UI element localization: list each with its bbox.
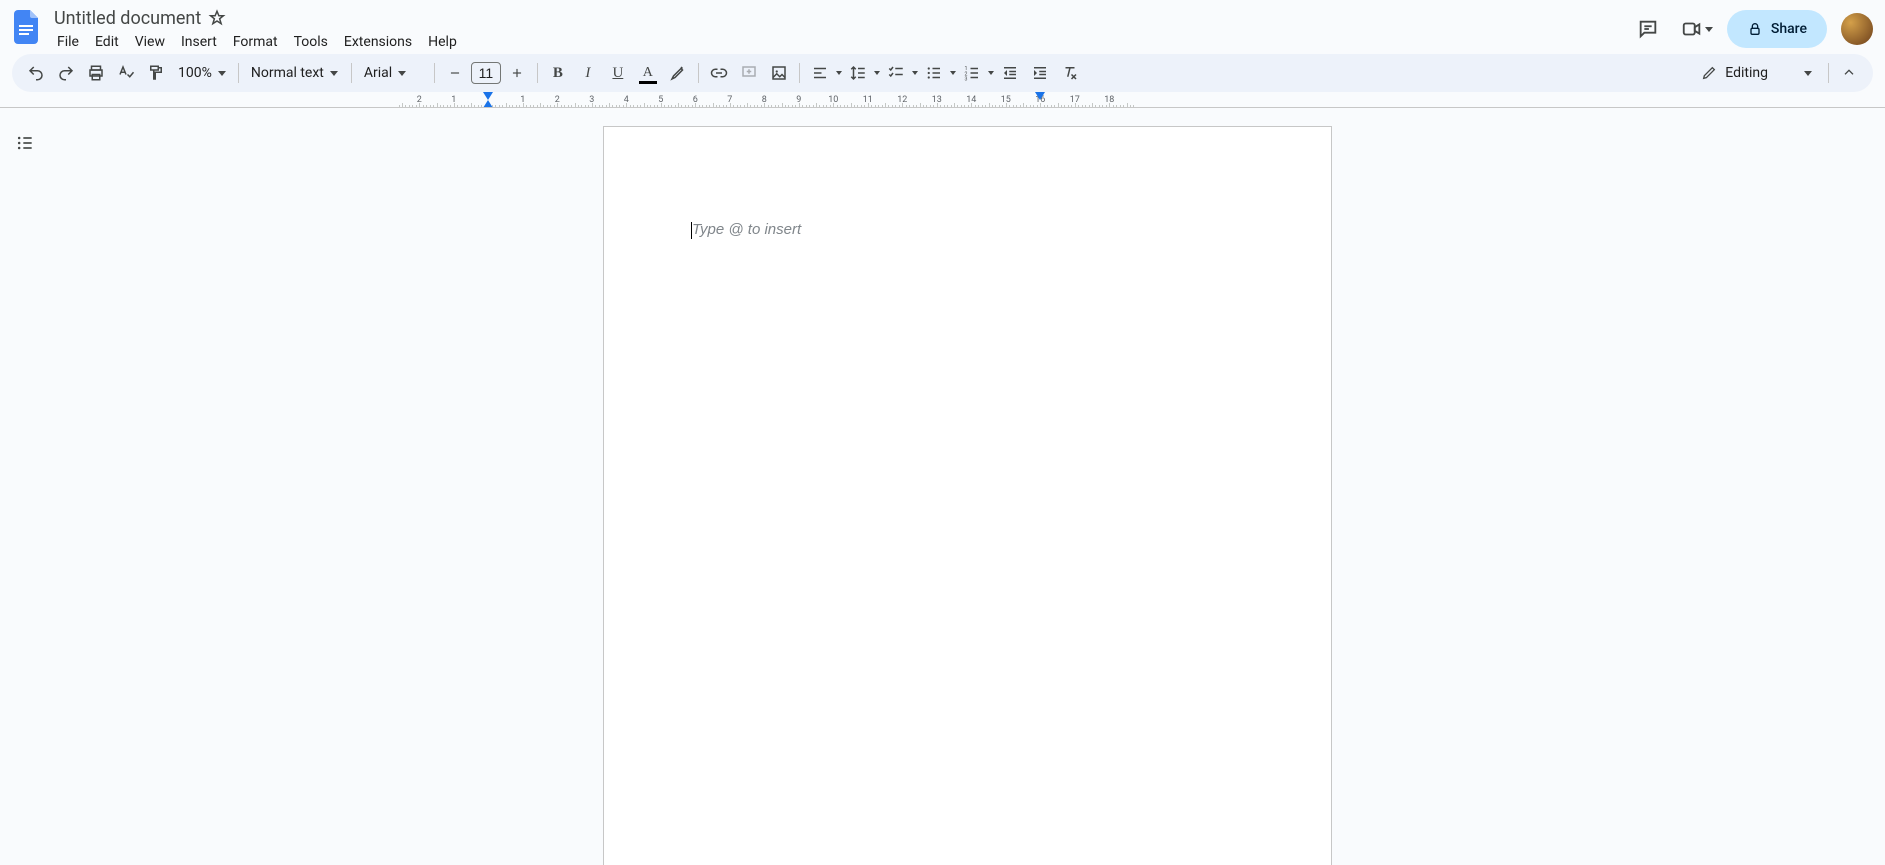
menu-file[interactable]: File bbox=[50, 32, 86, 52]
page[interactable]: Type @ to insert bbox=[603, 126, 1332, 865]
font-family-dropdown[interactable]: Arial bbox=[358, 59, 428, 87]
first-line-indent-marker[interactable] bbox=[483, 92, 493, 100]
menu-view[interactable]: View bbox=[128, 32, 172, 52]
add-comment-button[interactable] bbox=[735, 59, 763, 87]
pencil-icon bbox=[1701, 65, 1717, 81]
text-cursor bbox=[691, 222, 692, 239]
header-right: Share bbox=[1629, 6, 1873, 48]
insert-image-button[interactable] bbox=[765, 59, 793, 87]
decrease-font-button[interactable] bbox=[441, 59, 469, 87]
decrease-indent-button[interactable] bbox=[996, 59, 1024, 87]
collapse-toolbar-button[interactable] bbox=[1835, 59, 1863, 87]
right-indent-marker[interactable] bbox=[1035, 92, 1045, 100]
menu-edit[interactable]: Edit bbox=[88, 32, 126, 52]
meet-button[interactable] bbox=[1681, 18, 1713, 40]
zoom-dropdown[interactable]: 100% bbox=[172, 59, 232, 87]
paint-format-button[interactable] bbox=[142, 59, 170, 87]
italic-button[interactable]: I bbox=[574, 59, 602, 87]
menu-insert[interactable]: Insert bbox=[174, 32, 224, 52]
share-button[interactable]: Share bbox=[1727, 10, 1827, 48]
document-title[interactable]: Untitled document bbox=[50, 8, 205, 29]
share-label: Share bbox=[1771, 21, 1807, 37]
zoom-value: 100% bbox=[178, 65, 212, 81]
bullet-list-dropdown[interactable] bbox=[920, 59, 956, 87]
docs-app-icon[interactable] bbox=[14, 10, 40, 44]
text-color-button[interactable]: A bbox=[634, 59, 662, 87]
undo-button[interactable] bbox=[22, 59, 50, 87]
align-dropdown[interactable] bbox=[806, 59, 842, 87]
increase-indent-button[interactable] bbox=[1026, 59, 1054, 87]
chevron-down-icon bbox=[1705, 27, 1713, 32]
menu-format[interactable]: Format bbox=[226, 32, 285, 52]
account-avatar[interactable] bbox=[1841, 13, 1873, 45]
redo-button[interactable] bbox=[52, 59, 80, 87]
editing-mode-label: Editing bbox=[1725, 65, 1768, 81]
increase-font-button[interactable] bbox=[503, 59, 531, 87]
star-icon[interactable] bbox=[205, 6, 229, 30]
insert-link-button[interactable] bbox=[705, 59, 733, 87]
editing-mode-dropdown[interactable]: Editing bbox=[1691, 58, 1822, 88]
menu-help[interactable]: Help bbox=[421, 32, 464, 52]
header: Untitled document File Edit View Insert … bbox=[0, 0, 1885, 52]
title-area: Untitled document File Edit View Insert … bbox=[50, 6, 464, 54]
paragraph-style-dropdown[interactable]: Normal text bbox=[245, 59, 345, 87]
paragraph-style-value: Normal text bbox=[251, 65, 324, 81]
print-button[interactable] bbox=[82, 59, 110, 87]
line-spacing-dropdown[interactable] bbox=[844, 59, 880, 87]
menu-extensions[interactable]: Extensions bbox=[337, 32, 419, 52]
spellcheck-button[interactable] bbox=[112, 59, 140, 87]
document-canvas[interactable]: Type @ to insert bbox=[50, 112, 1885, 865]
toolbar: 100% Normal text Arial B I U A 123 bbox=[12, 54, 1873, 92]
highlight-color-button[interactable] bbox=[664, 59, 692, 87]
menu-bar: File Edit View Insert Format Tools Exten… bbox=[50, 30, 464, 54]
menu-tools[interactable]: Tools bbox=[287, 32, 335, 52]
font-family-value: Arial bbox=[364, 65, 392, 81]
checklist-dropdown[interactable] bbox=[882, 59, 918, 87]
placeholder-text: Type @ to insert bbox=[692, 221, 1243, 238]
bold-button[interactable]: B bbox=[544, 59, 572, 87]
font-size-input[interactable] bbox=[471, 62, 501, 84]
left-indent-marker[interactable] bbox=[483, 100, 493, 108]
lock-icon bbox=[1747, 21, 1763, 37]
comments-icon[interactable] bbox=[1629, 10, 1667, 48]
clear-formatting-button[interactable] bbox=[1056, 59, 1084, 87]
underline-button[interactable]: U bbox=[604, 59, 632, 87]
ruler[interactable]: 21123456789101112131415161718 bbox=[0, 92, 1885, 108]
document-outline-button[interactable] bbox=[10, 128, 40, 158]
numbered-list-dropdown[interactable]: 123 bbox=[958, 59, 994, 87]
svg-text:3: 3 bbox=[964, 77, 967, 83]
